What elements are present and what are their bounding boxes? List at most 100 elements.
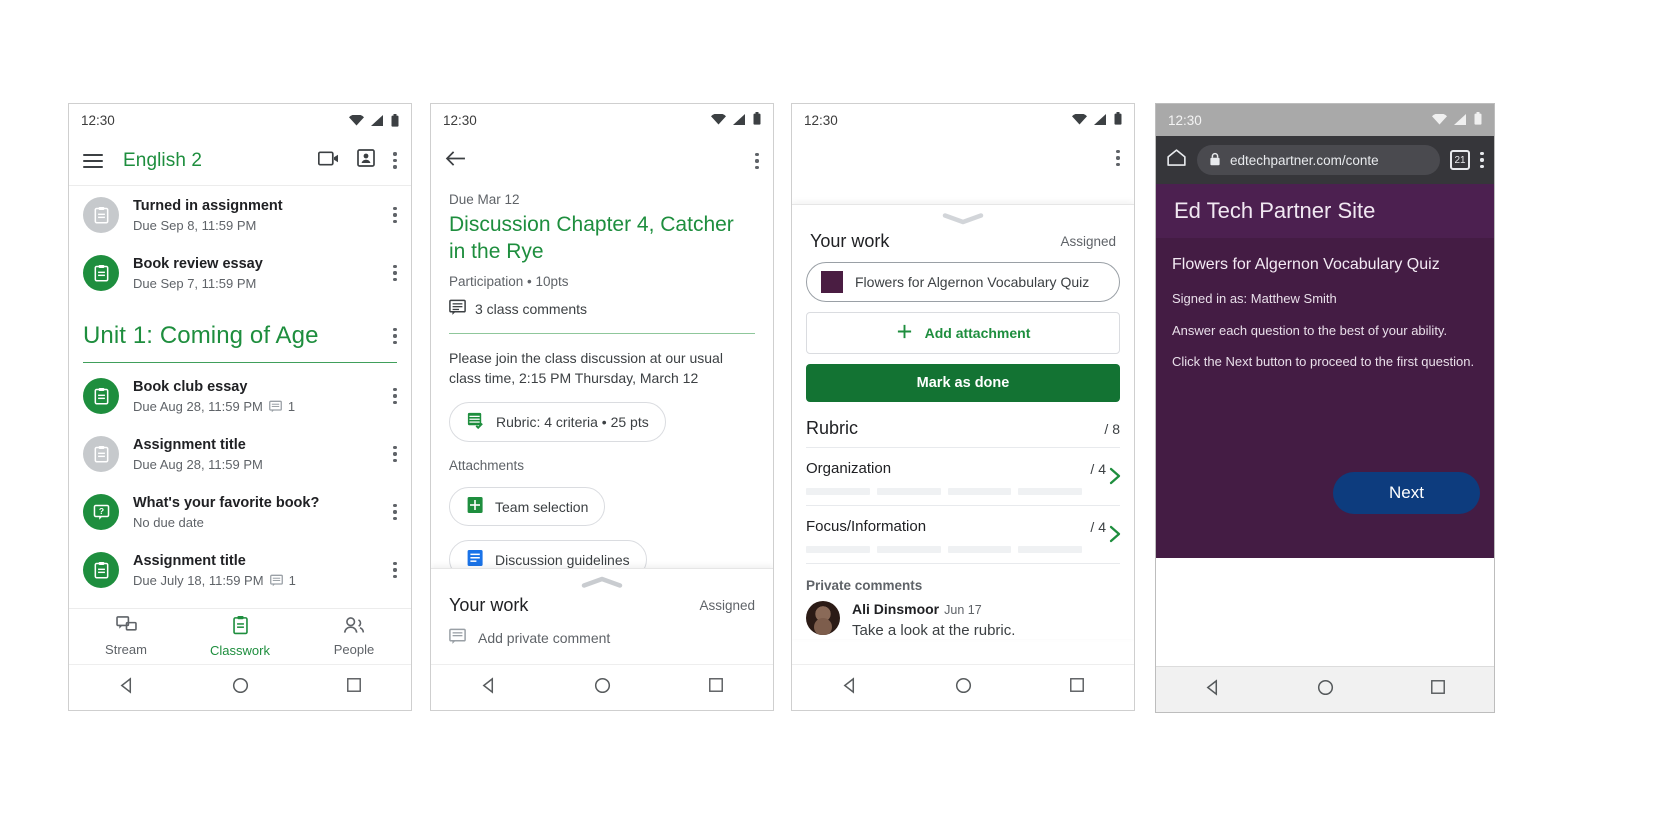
list-item[interactable]: Assignment title Due Aug 28, 11:59 PM	[69, 425, 411, 483]
home-button-icon[interactable]	[1317, 679, 1334, 701]
kebab-menu-icon[interactable]	[393, 206, 397, 224]
back-button-icon[interactable]	[841, 676, 858, 699]
your-work-sheet: Your work Assigned Add private comment	[431, 568, 773, 664]
rubric-chip-label: Rubric: 4 criteria • 25 pts	[496, 414, 649, 431]
recents-button-icon[interactable]	[1069, 677, 1085, 698]
status-icons	[711, 112, 761, 128]
rubric-criterion[interactable]: Organization / 4	[792, 448, 1134, 505]
recents-button-icon[interactable]	[346, 677, 362, 698]
quiz-thumbnail-icon	[821, 271, 843, 293]
next-button[interactable]: Next	[1333, 472, 1480, 514]
hamburger-menu-icon[interactable]	[83, 153, 103, 168]
tab-count-button[interactable]: 21	[1450, 150, 1470, 170]
criterion-name: Focus/Information	[806, 518, 927, 535]
private-comments-label: Private comments	[806, 578, 923, 593]
status-clock: 12:30	[443, 112, 477, 128]
page-title: English 2	[123, 149, 203, 171]
screenshot-stage: 12:30 English 2 Turned in assignment Due…	[0, 0, 1659, 827]
page-body: Flowers for Algernon Vocabulary Quiz Sig…	[1156, 238, 1494, 558]
recents-button-icon[interactable]	[1430, 679, 1446, 700]
home-button-icon[interactable]	[955, 677, 972, 699]
stream-icon	[115, 616, 137, 639]
home-button-icon[interactable]	[232, 677, 249, 699]
add-attachment-button[interactable]: Add attachment	[806, 312, 1120, 354]
phone-3-your-work-expanded: 12:30 Your work Assigned Flowers for Alg…	[791, 103, 1135, 711]
plus-icon	[896, 323, 913, 343]
status-bar: 12:30	[69, 104, 411, 136]
comment-author: Ali Dinsmoor	[852, 601, 940, 617]
attachment-1-wrap: Team selection	[431, 473, 773, 527]
chevron-right-icon[interactable]	[1107, 524, 1124, 549]
class-comments-row[interactable]: 3 class comments	[431, 289, 773, 331]
video-camera-icon[interactable]	[317, 150, 339, 171]
list-item-title: What's your favorite book?	[133, 495, 320, 512]
back-button-icon[interactable]	[1204, 678, 1221, 701]
avatar	[806, 601, 840, 635]
assignment-icon	[83, 197, 119, 233]
attachment-chip[interactable]: Team selection	[449, 487, 606, 527]
bottom-tab-bar: Stream Classwork People	[69, 608, 411, 664]
kebab-menu-icon[interactable]	[755, 152, 759, 170]
site-title: Ed Tech Partner Site	[1174, 198, 1376, 223]
attached-work-item[interactable]: Flowers for Algernon Vocabulary Quiz	[806, 262, 1120, 302]
tab-stream[interactable]: Stream	[69, 616, 183, 657]
kebab-menu-icon[interactable]	[393, 387, 397, 405]
list-item[interactable]: Book review essay Due Sep 7, 11:59 PM	[69, 244, 411, 302]
kebab-menu-icon[interactable]	[393, 561, 397, 579]
divider	[83, 362, 397, 363]
rubric-icon	[466, 411, 485, 433]
tab-people[interactable]: People	[297, 616, 411, 657]
list-item[interactable]: Book club essay Due Aug 28, 11:59 PM 1	[69, 367, 411, 425]
your-work-title: Your work	[449, 595, 529, 615]
recents-button-icon[interactable]	[708, 677, 724, 698]
list-item[interactable]: Turned in assignment Due Sep 8, 11:59 PM	[69, 186, 411, 244]
home-button-icon[interactable]	[594, 677, 611, 699]
rubric-chip[interactable]: Rubric: 4 criteria • 25 pts	[449, 402, 666, 443]
attached-work-label: Flowers for Algernon Vocabulary Quiz	[855, 274, 1090, 290]
add-attachment-label: Add attachment	[924, 325, 1031, 341]
list-item[interactable]: Assignment title Due July 18, 11:59 PM 1	[69, 541, 411, 599]
list-item-subtitle: No due date	[133, 514, 204, 530]
tab-classwork[interactable]: Classwork	[183, 615, 297, 658]
sheet-expand-handle[interactable]	[431, 569, 773, 589]
android-nav-bar	[69, 664, 411, 710]
unit-header: Unit 1: Coming of Age	[69, 302, 411, 356]
comment-icon	[269, 574, 283, 587]
add-private-comment-row[interactable]: Add private comment	[431, 616, 773, 654]
comment-text: Take a look at the rubric.	[852, 622, 1016, 639]
kebab-menu-icon[interactable]	[393, 264, 397, 282]
kebab-menu-icon[interactable]	[393, 152, 397, 169]
id-card-icon[interactable]	[357, 149, 375, 172]
comment-icon	[449, 628, 466, 648]
status-bar: 12:30	[431, 104, 773, 136]
wifi-icon	[1432, 112, 1447, 128]
google-sheets-icon	[466, 496, 484, 517]
sheet-header: Your work Assigned	[792, 225, 1134, 252]
rubric-criterion[interactable]: Focus/Information / 4	[792, 506, 1134, 563]
criterion-levels	[806, 488, 1120, 495]
kebab-menu-icon[interactable]	[393, 445, 397, 463]
url-text: edtechpartner.com/conte	[1230, 152, 1379, 168]
kebab-menu-icon[interactable]	[393, 327, 397, 345]
kebab-menu-icon[interactable]	[1480, 151, 1484, 169]
list-item[interactable]: ? What's your favorite book? No due date	[69, 483, 411, 541]
battery-icon	[391, 113, 399, 127]
back-arrow-icon[interactable]	[445, 150, 466, 172]
address-bar[interactable]: edtechpartner.com/conte	[1197, 145, 1440, 175]
back-button-icon[interactable]	[480, 676, 497, 699]
attachment-label: Team selection	[495, 498, 589, 515]
kebab-menu-icon[interactable]	[393, 503, 397, 521]
signed-in-line: Signed in as: Matthew Smith	[1172, 291, 1337, 306]
list-item-subtitle: Due Sep 7, 11:59 PM	[133, 275, 257, 291]
people-icon	[343, 616, 365, 639]
rubric-total-score: / 8	[1104, 421, 1120, 437]
chevron-right-icon[interactable]	[1107, 466, 1124, 491]
sheet-collapse-handle[interactable]	[792, 205, 1134, 225]
assignment-meta: Participation • 10pts	[449, 273, 569, 289]
mark-as-done-button[interactable]: Mark as done	[806, 364, 1120, 402]
android-nav-bar	[431, 664, 773, 710]
back-button-icon[interactable]	[118, 676, 135, 699]
kebab-menu-icon[interactable]	[1116, 150, 1120, 167]
criterion-score: / 4	[1090, 460, 1106, 477]
home-icon[interactable]	[1166, 148, 1187, 172]
